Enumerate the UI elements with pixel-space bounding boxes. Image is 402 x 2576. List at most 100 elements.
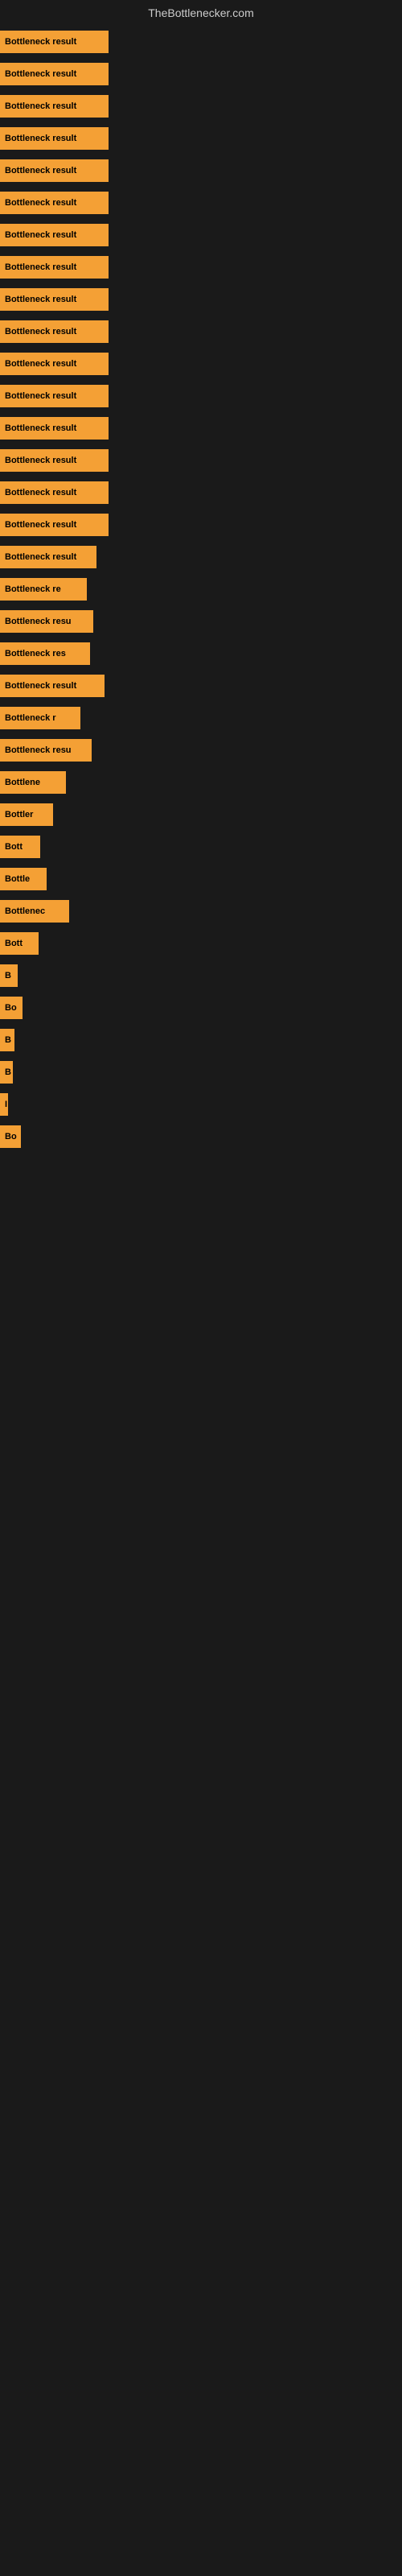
bar-row: Bott	[0, 836, 402, 858]
bar-row: Bottleneck result	[0, 417, 402, 440]
bar-label: Bottleneck result	[5, 552, 76, 562]
bar-row: Bo	[0, 1125, 402, 1148]
bar-row: Bottleneck re	[0, 578, 402, 601]
bar-label: Bottlene	[5, 778, 40, 787]
bottleneck-bar: Bottleneck result	[0, 514, 109, 536]
bar-row: Bottlene	[0, 771, 402, 794]
bar-label: Bottleneck r	[5, 713, 56, 723]
bar-row: Bott	[0, 932, 402, 955]
bottleneck-bar: Bottleneck result	[0, 320, 109, 343]
bar-row: Bottleneck r	[0, 707, 402, 729]
bottleneck-bar: Bottleneck re	[0, 578, 87, 601]
bar-label: Bottleneck result	[5, 37, 76, 47]
header: TheBottlenecker.com	[0, 0, 402, 23]
bar-label: Bottleneck res	[5, 649, 66, 658]
bar-label: Bottleneck resu	[5, 745, 72, 755]
bar-label: Bott	[5, 939, 23, 948]
bar-label: B	[5, 1035, 11, 1045]
bar-label: Bottleneck result	[5, 166, 76, 175]
bar-row: Bottleneck result	[0, 127, 402, 150]
bar-row: Bottleneck result	[0, 63, 402, 85]
bar-row: I	[0, 1093, 402, 1116]
bottleneck-bar: B	[0, 1061, 13, 1084]
bottleneck-bar: Bott	[0, 836, 40, 858]
bottleneck-bar: Bo	[0, 1125, 21, 1148]
bar-label: Bo	[5, 1003, 17, 1013]
bar-row: Bottlenec	[0, 900, 402, 923]
bottleneck-bar: Bottleneck result	[0, 224, 109, 246]
bar-label: I	[5, 1100, 7, 1109]
bottleneck-bar: Bottleneck result	[0, 127, 109, 150]
bar-row: Bottleneck result	[0, 675, 402, 697]
bottleneck-bar: Bottleneck result	[0, 192, 109, 214]
bars-container: Bottleneck result Bottleneck result Bottle…	[0, 23, 402, 1166]
bottleneck-bar: I	[0, 1093, 8, 1116]
bottleneck-bar: Bottleneck result	[0, 449, 109, 472]
bottleneck-bar: Bottlenec	[0, 900, 69, 923]
bar-label: Bottleneck result	[5, 230, 76, 240]
bar-row: Bo	[0, 997, 402, 1019]
bar-row: Bottleneck result	[0, 256, 402, 279]
bar-label: Bottleneck resu	[5, 617, 72, 626]
bottleneck-bar: Bottleneck result	[0, 95, 109, 118]
bar-row: Bottleneck result	[0, 31, 402, 53]
bottleneck-bar: Bottleneck res	[0, 642, 90, 665]
bottleneck-bar: Bottleneck result	[0, 675, 105, 697]
bottleneck-bar: Bottleneck result	[0, 159, 109, 182]
bar-label: Bottler	[5, 810, 33, 819]
bar-row: Bottleneck result	[0, 192, 402, 214]
bar-row: Bottleneck result	[0, 159, 402, 182]
bar-label: Bottleneck result	[5, 198, 76, 208]
bar-row: Bottleneck result	[0, 385, 402, 407]
bar-label: Bo	[5, 1132, 17, 1141]
bar-row: Bottleneck res	[0, 642, 402, 665]
bar-row: Bottler	[0, 803, 402, 826]
bar-label: Bottleneck re	[5, 584, 61, 594]
bar-label: B	[5, 971, 11, 980]
bottleneck-bar: Bottle	[0, 868, 47, 890]
bar-row: Bottleneck result	[0, 320, 402, 343]
bar-label: Bottleneck result	[5, 327, 76, 336]
bottleneck-bar: B	[0, 964, 18, 987]
bar-label: Bottleneck result	[5, 134, 76, 143]
site-title: TheBottlenecker.com	[148, 6, 254, 19]
bottleneck-bar: Bottleneck result	[0, 63, 109, 85]
bottleneck-bar: Bottleneck r	[0, 707, 80, 729]
bar-label: Bottleneck result	[5, 295, 76, 304]
bar-label: Bottleneck result	[5, 69, 76, 79]
bar-row: Bottleneck result	[0, 353, 402, 375]
bottleneck-bar: B	[0, 1029, 14, 1051]
bottleneck-bar: Bottleneck result	[0, 31, 109, 53]
bottleneck-bar: Bottleneck result	[0, 256, 109, 279]
bar-row: Bottle	[0, 868, 402, 890]
bar-row: B	[0, 1061, 402, 1084]
bar-row: B	[0, 964, 402, 987]
bar-label: B	[5, 1067, 11, 1077]
bottleneck-bar: Bottleneck result	[0, 546, 96, 568]
bar-row: B	[0, 1029, 402, 1051]
bar-label: Bottleneck result	[5, 423, 76, 433]
bar-label: Bottle	[5, 874, 30, 884]
bar-label: Bottleneck result	[5, 359, 76, 369]
bar-label: Bottleneck result	[5, 391, 76, 401]
bar-label: Bott	[5, 842, 23, 852]
bottleneck-bar: Bottleneck resu	[0, 739, 92, 762]
bar-row: Bottleneck result	[0, 481, 402, 504]
bottleneck-bar: Bottleneck result	[0, 353, 109, 375]
bar-label: Bottlenec	[5, 906, 45, 916]
bottleneck-bar: Bottleneck result	[0, 417, 109, 440]
bar-label: Bottleneck result	[5, 456, 76, 465]
bottleneck-bar: Bottleneck result	[0, 385, 109, 407]
bottleneck-bar: Bottler	[0, 803, 53, 826]
bottleneck-bar: Bottleneck result	[0, 288, 109, 311]
bar-row: Bottleneck resu	[0, 739, 402, 762]
bar-label: Bottleneck result	[5, 681, 76, 691]
bar-label: Bottleneck result	[5, 262, 76, 272]
bar-row: Bottleneck result	[0, 224, 402, 246]
bottleneck-bar: Bottleneck result	[0, 481, 109, 504]
bar-row: Bottleneck result	[0, 95, 402, 118]
bottleneck-bar: Bottleneck resu	[0, 610, 93, 633]
bar-row: Bottleneck result	[0, 514, 402, 536]
bar-label: Bottleneck result	[5, 488, 76, 497]
bar-row: Bottleneck result	[0, 546, 402, 568]
